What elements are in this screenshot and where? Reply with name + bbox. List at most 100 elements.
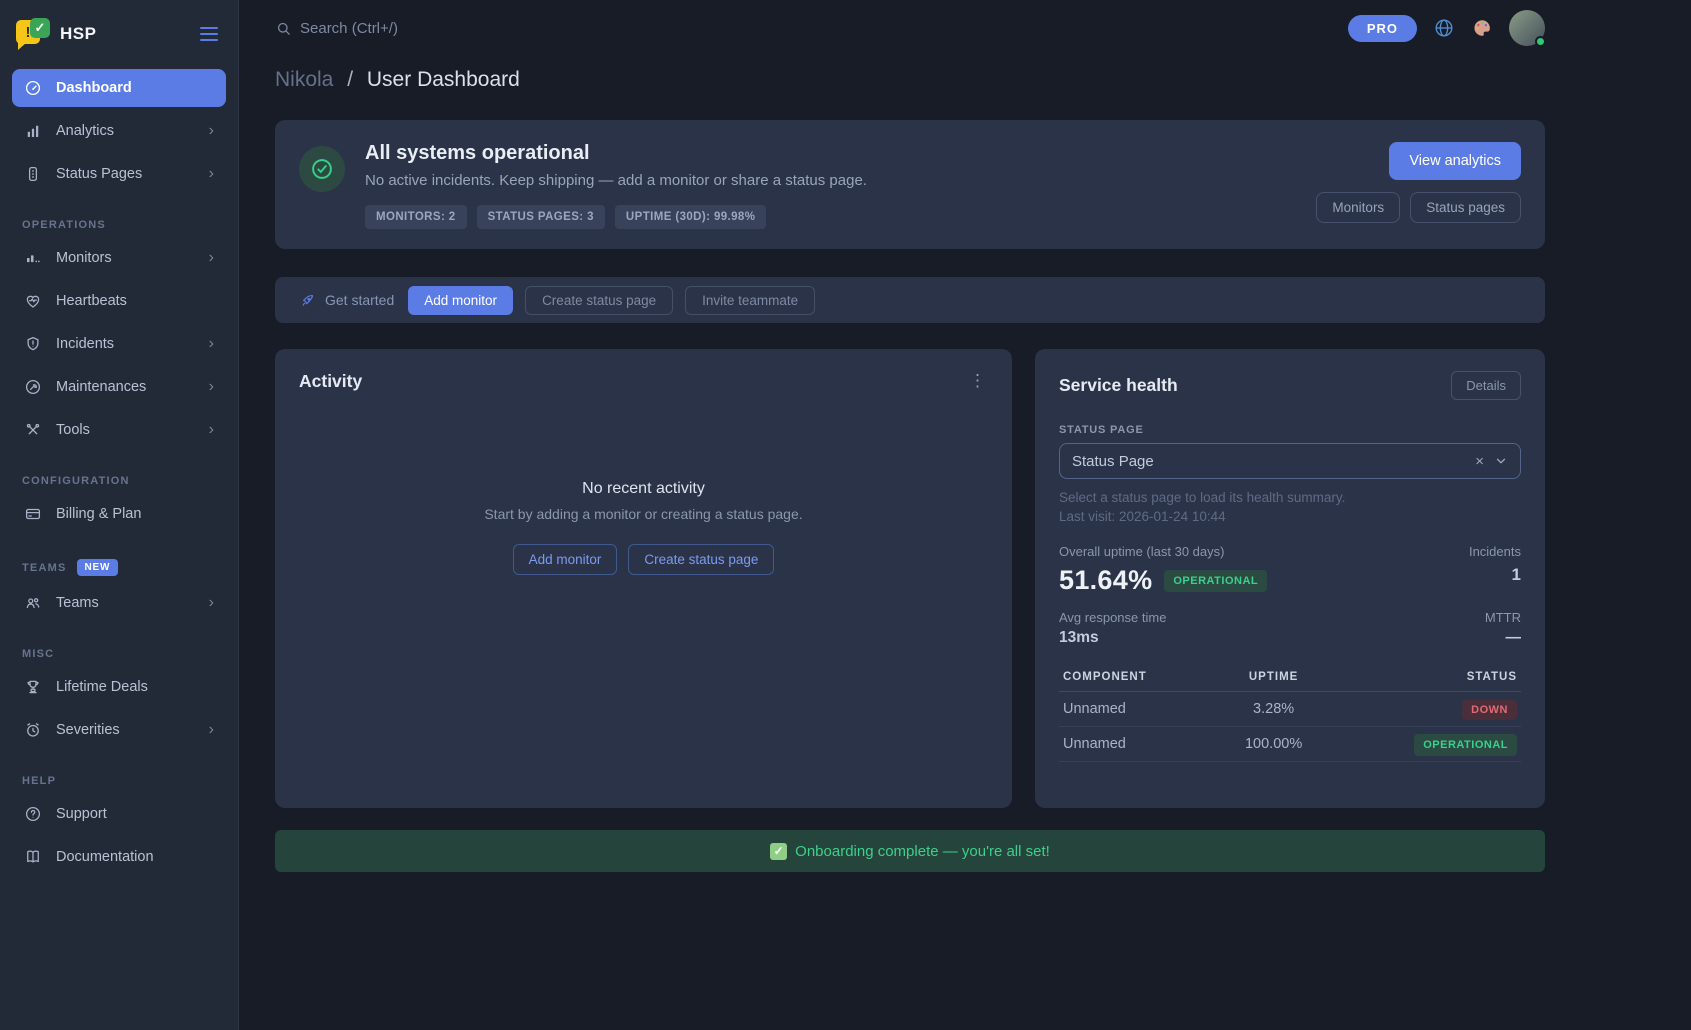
add-monitor-button[interactable]: Add monitor	[408, 286, 513, 315]
topbar: Search (Ctrl+/) PRO	[275, 0, 1545, 56]
heartbeat-icon	[24, 292, 42, 310]
crossed-tools-icon	[24, 421, 42, 439]
rocket-icon	[299, 292, 316, 309]
status-pages-button[interactable]: Status pages	[1410, 192, 1521, 223]
col-uptime: UPTIME	[1217, 663, 1330, 692]
sidebar-item-label: Documentation	[56, 849, 214, 865]
sidebar-item-label: Billing & Plan	[56, 506, 214, 522]
chevron-right-icon: ›	[209, 250, 214, 266]
onboarding-banner: ✓ Onboarding complete — you're all set!	[275, 830, 1545, 872]
alarm-clock-icon	[24, 721, 42, 739]
wrench-circle-icon	[24, 378, 42, 396]
breadcrumb-separator: /	[347, 68, 353, 91]
sidebar-item-tools[interactable]: Tools ›	[12, 411, 226, 449]
status-pages-chip: STATUS PAGES: 3	[477, 205, 605, 229]
details-button[interactable]: Details	[1451, 371, 1521, 400]
empty-add-monitor-button[interactable]: Add monitor	[513, 544, 618, 575]
breadcrumb-parent[interactable]: Nikola	[275, 68, 333, 91]
create-status-page-button[interactable]: Create status page	[525, 286, 673, 315]
onboarding-banner-text: Onboarding complete — you're all set!	[795, 843, 1050, 860]
sidebar-section-teams: TEAMS NEW	[22, 559, 216, 576]
sidebar-item-monitors[interactable]: Monitors ›	[12, 239, 226, 277]
sidebar-item-maintenances[interactable]: Maintenances ›	[12, 368, 226, 406]
status-page-field-label: STATUS PAGE	[1059, 424, 1521, 436]
sidebar-item-severities[interactable]: Severities ›	[12, 711, 226, 749]
sidebar-item-label: Tools	[56, 422, 195, 438]
brand-logo-icon: ! ✓	[16, 18, 50, 50]
page-title: User Dashboard	[367, 68, 520, 91]
sidebar-section-operations: OPERATIONS	[22, 219, 216, 231]
check-emoji-icon: ✓	[770, 843, 787, 860]
credit-card-icon	[24, 505, 42, 523]
chevron-down-icon[interactable]	[1491, 454, 1508, 468]
select-helper-text: Select a status page to load its health …	[1059, 490, 1521, 505]
chevron-right-icon: ›	[209, 336, 214, 352]
service-health-title: Service health	[1059, 375, 1178, 396]
new-badge: NEW	[77, 559, 119, 576]
trophy-icon	[24, 678, 42, 696]
sidebar: ! ✓ HSP Dashboard Analytics › Status Pag…	[0, 0, 239, 1030]
get-started-text: Get started	[325, 292, 394, 308]
language-globe-icon[interactable]	[1433, 17, 1455, 39]
sidebar-item-label: Analytics	[56, 123, 195, 139]
uptime-chip: UPTIME (30D): 99.98%	[615, 205, 766, 229]
sidebar-item-label: Incidents	[56, 336, 195, 352]
mttr-value: —	[1485, 629, 1521, 647]
empty-state-title: No recent activity	[299, 480, 988, 498]
book-icon	[24, 848, 42, 866]
app-root: ! ✓ HSP Dashboard Analytics › Status Pag…	[0, 0, 1691, 1030]
monitor-bars-icon	[24, 249, 42, 267]
sidebar-item-analytics[interactable]: Analytics ›	[12, 112, 226, 150]
sidebar-item-dashboard[interactable]: Dashboard	[12, 69, 226, 107]
chevron-right-icon: ›	[209, 595, 214, 611]
sidebar-item-label: Dashboard	[56, 80, 214, 96]
sidebar-item-support[interactable]: Support	[12, 795, 226, 833]
search-input[interactable]: Search (Ctrl+/)	[275, 20, 398, 37]
sidebar-section-help: HELP	[22, 775, 216, 787]
sidebar-item-teams[interactable]: Teams ›	[12, 584, 226, 622]
logo-check-square: ✓	[30, 18, 50, 38]
operational-status-badge: OPERATIONAL	[1414, 734, 1517, 756]
pro-badge[interactable]: PRO	[1348, 15, 1417, 42]
theme-palette-icon[interactable]	[1471, 17, 1493, 39]
menu-toggle-icon[interactable]	[196, 23, 222, 45]
sidebar-item-documentation[interactable]: Documentation	[12, 838, 226, 876]
sidebar-item-billing[interactable]: Billing & Plan	[12, 495, 226, 533]
kebab-menu-icon[interactable]: ⋮	[963, 369, 992, 393]
avg-response-value: 13ms	[1059, 629, 1166, 647]
hero-subtitle: No active incidents. Keep shipping — add…	[365, 172, 867, 189]
component-name: Unnamed	[1059, 727, 1217, 762]
activity-empty-state: No recent activity Start by adding a mon…	[299, 480, 988, 575]
mttr-label: MTTR	[1485, 610, 1521, 625]
incidents-value: 1	[1469, 565, 1521, 585]
sidebar-section-configuration: CONFIGURATION	[22, 475, 216, 487]
sidebar-item-incidents[interactable]: Incidents ›	[12, 325, 226, 363]
sidebar-item-label: Lifetime Deals	[56, 679, 214, 695]
monitors-chip: MONITORS: 2	[365, 205, 467, 229]
question-circle-icon	[24, 805, 42, 823]
sidebar-item-label: Monitors	[56, 250, 195, 266]
bar-chart-icon	[24, 122, 42, 140]
shield-alert-icon	[24, 335, 42, 353]
last-visit-text: Last visit: 2026-01-24 10:44	[1059, 509, 1521, 524]
clear-selection-icon[interactable]: ×	[1468, 453, 1491, 470]
hero-title: All systems operational	[365, 142, 867, 165]
sidebar-item-label: Heartbeats	[56, 293, 214, 309]
monitors-button[interactable]: Monitors	[1316, 192, 1400, 223]
get-started-bar: Get started Add monitor Create status pa…	[275, 277, 1545, 323]
view-analytics-button[interactable]: View analytics	[1389, 142, 1521, 180]
avg-response-label: Avg response time	[1059, 610, 1166, 625]
sidebar-item-label: Severities	[56, 722, 195, 738]
col-component: COMPONENT	[1059, 663, 1217, 692]
sidebar-item-heartbeats[interactable]: Heartbeats	[12, 282, 226, 320]
sidebar-item-lifetime-deals[interactable]: Lifetime Deals	[12, 668, 226, 706]
status-page-select[interactable]: Status Page ×	[1059, 443, 1521, 479]
sidebar-item-label: Teams	[56, 595, 195, 611]
invite-teammate-button[interactable]: Invite teammate	[685, 286, 815, 315]
empty-create-status-page-button[interactable]: Create status page	[628, 544, 774, 575]
overall-uptime-value: 51.64%	[1059, 565, 1152, 596]
sidebar-item-status-pages[interactable]: Status Pages ›	[12, 155, 226, 193]
activity-title: Activity	[299, 371, 988, 392]
operational-status-badge: OPERATIONAL	[1164, 570, 1267, 592]
user-avatar[interactable]	[1509, 10, 1545, 46]
